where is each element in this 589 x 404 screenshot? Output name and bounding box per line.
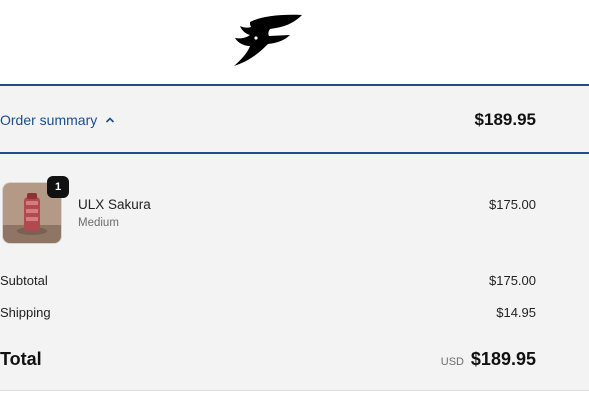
total-value: $189.95 [470, 349, 536, 369]
divider [0, 390, 589, 391]
currency-code: USD [440, 356, 464, 368]
subtotal-value: $175.00 [489, 273, 536, 288]
item-name: ULX Sakura [78, 197, 151, 212]
falcon-f-logo-icon[interactable] [230, 12, 306, 70]
chevron-up-icon [106, 117, 115, 123]
subtotal-label: Subtotal [0, 273, 48, 288]
shipping-label: Shipping [0, 305, 51, 320]
item-variant: Medium [78, 217, 119, 229]
shipping-value: $14.95 [496, 305, 536, 320]
item-price: $175.00 [489, 197, 536, 212]
order-summary-panel: 1 ULX Sakura Medium $175.00 Subtotal $17… [0, 154, 589, 390]
order-summary-toggle[interactable]: Order summary [0, 112, 115, 128]
total-label: Total [0, 349, 42, 369]
order-summary-label: Order summary [0, 112, 98, 128]
header [0, 0, 589, 84]
order-summary-bar: Order summary $189.95 [0, 84, 589, 154]
order-summary-total: $189.95 [474, 110, 536, 129]
quantity-badge: 1 [47, 176, 69, 198]
